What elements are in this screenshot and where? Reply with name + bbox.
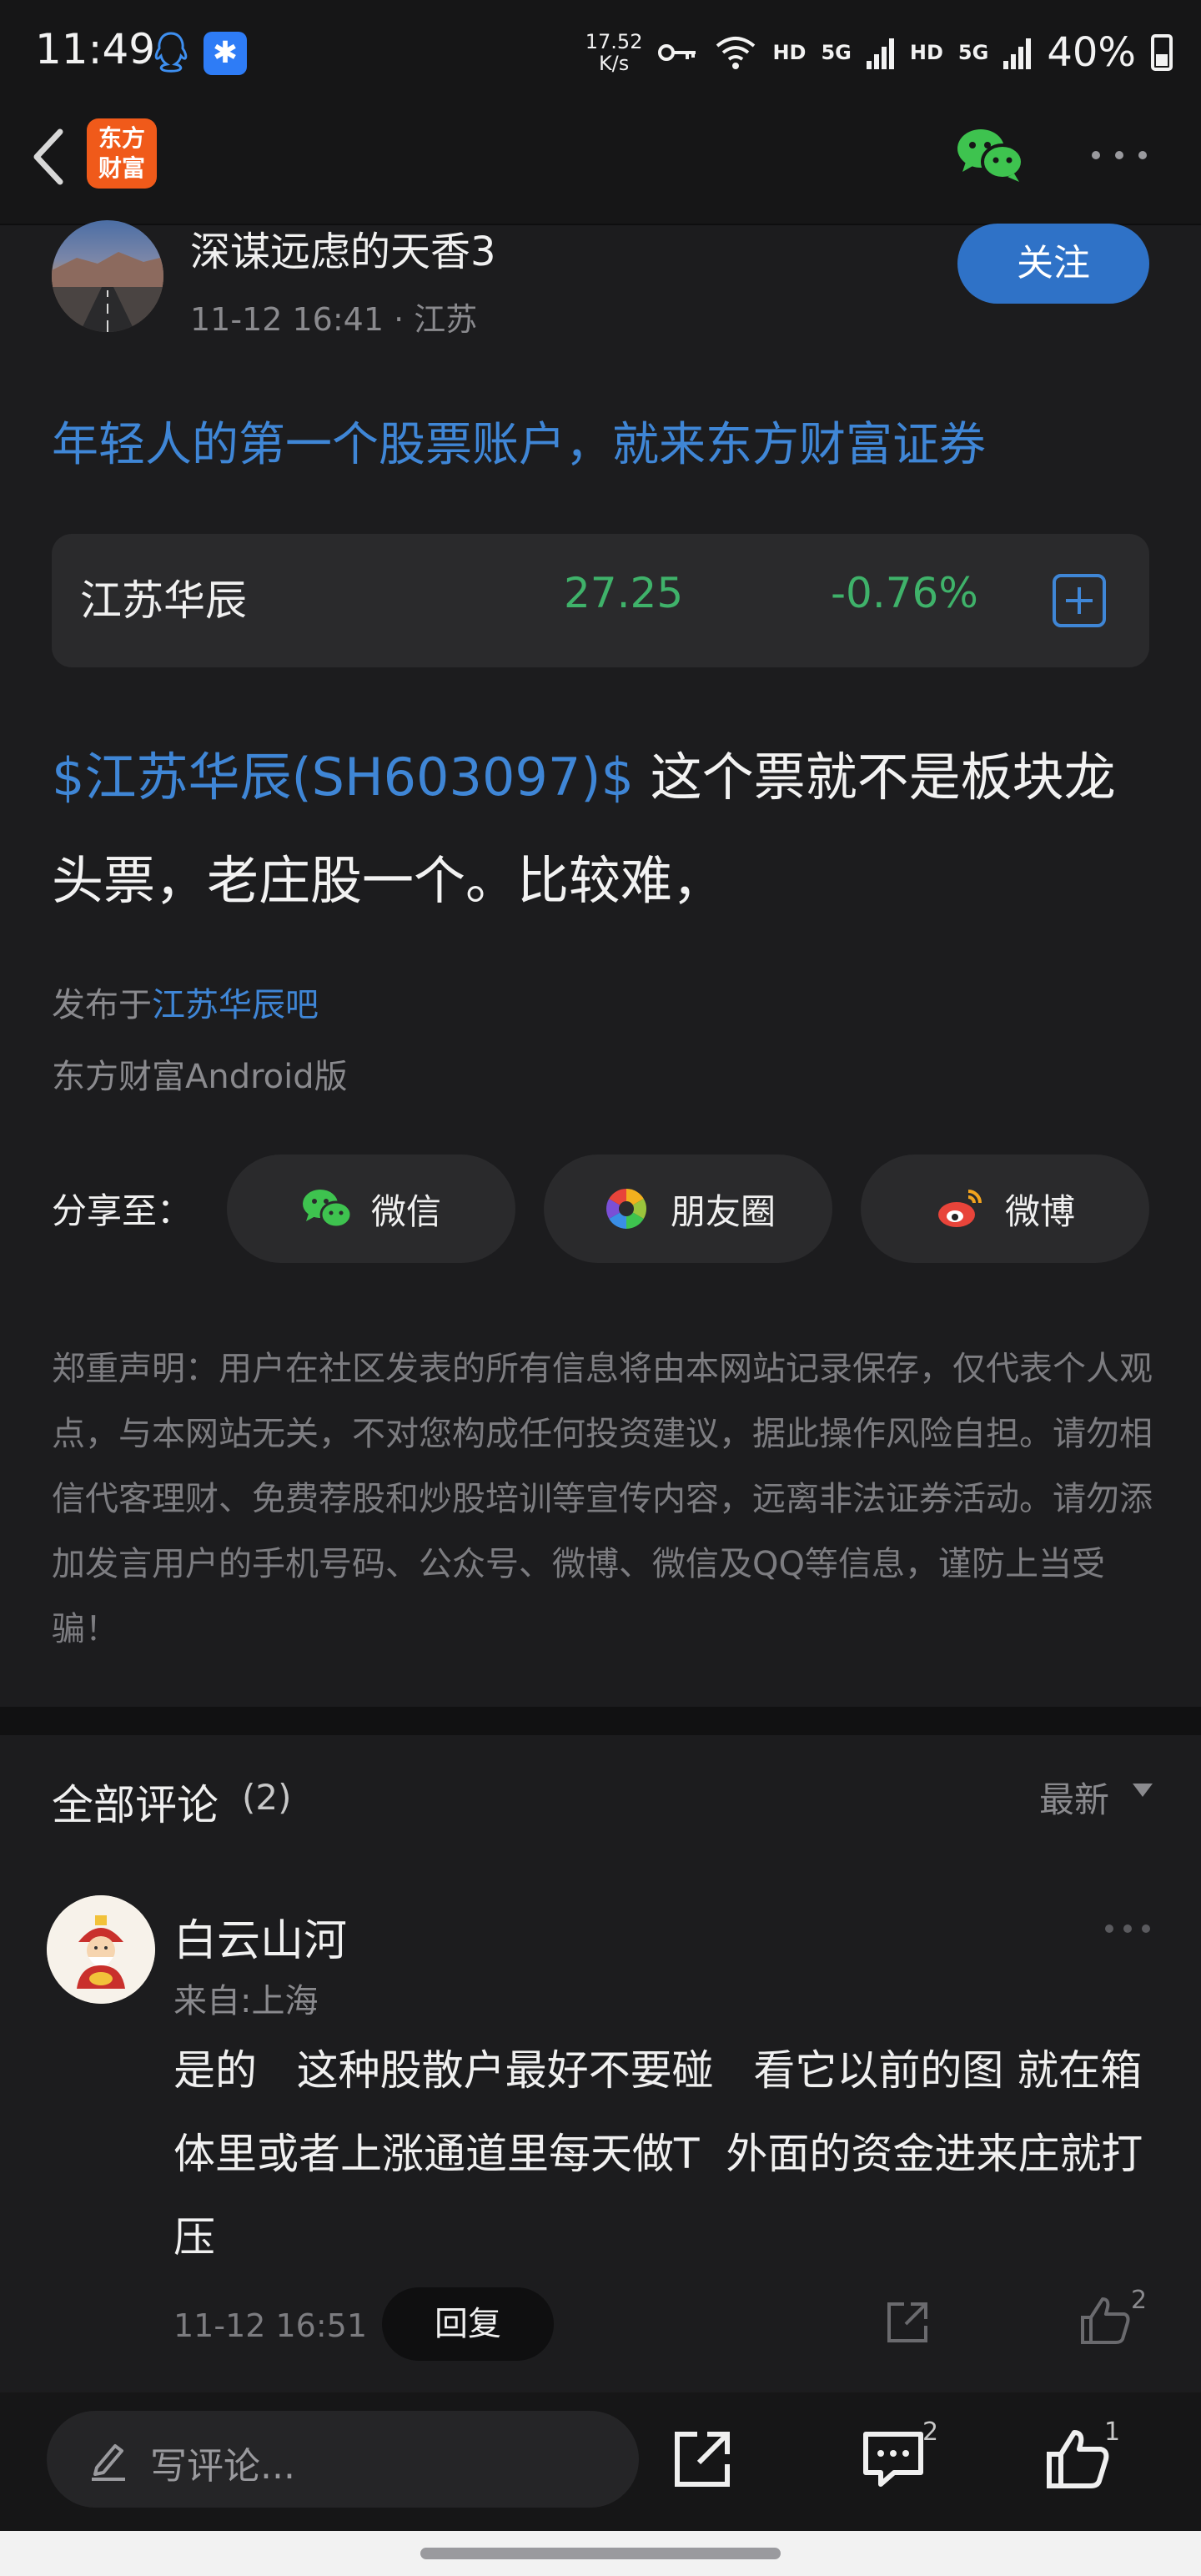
comment-count: 2 <box>922 2418 939 2447</box>
back-arrow-icon[interactable] <box>23 123 73 190</box>
status-time: 11:49 <box>35 25 156 73</box>
comment-time: 11-12 16:51 <box>173 2307 368 2344</box>
author-name[interactable]: 深谋远虑的天香3 <box>190 219 496 277</box>
qq-icon <box>154 32 188 73</box>
status-bar: 11:49 ✱ 17.52 K/s HD 5G HD 5G 40% <box>0 0 1201 108</box>
status-indicators: 17.52 K/s HD 5G HD 5G 40% <box>585 25 1173 80</box>
comment-like-icon[interactable] <box>1079 2296 1131 2346</box>
wechat-share-icon[interactable] <box>956 125 1024 184</box>
signal-icon-2 <box>1003 38 1032 69</box>
gesture-bar <box>0 2531 1201 2576</box>
follow-button[interactable]: 关注 <box>957 224 1149 304</box>
comment-text: 是的 这种股散户最好不要碰 看它以前的图 就在箱体里或者上涨通道里每天做T 外面… <box>173 2046 1143 2262</box>
share-icon[interactable] <box>672 2429 732 2489</box>
hd-label-1: HD <box>772 41 807 64</box>
comments-count: (2) <box>242 1777 292 1818</box>
stock-quote-card[interactable]: 江苏华辰 27.25 -0.76% <box>52 534 1149 667</box>
ad-banner-text[interactable]: 年轻人的第一个股票账户，就来东方财富证券 <box>52 407 986 475</box>
commenter-name[interactable]: 白云山河 <box>173 1905 347 1968</box>
stock-name: 江苏华辰 <box>80 576 247 625</box>
add-to-watchlist-icon[interactable] <box>1053 574 1106 627</box>
comment-placeholder: 写评论... <box>150 2445 295 2488</box>
share-moments-label: 朋友圈 <box>670 1190 776 1232</box>
logo-text-1: 东方 <box>98 124 145 152</box>
sort-dropdown[interactable]: 最新 <box>1039 1772 1109 1823</box>
like-icon[interactable] <box>1046 2428 1109 2489</box>
post-time: 11-12 16:41 <box>190 301 384 338</box>
more-options-icon[interactable] <box>1089 147 1149 164</box>
pencil-icon <box>92 2444 125 2481</box>
signal-icon-1 <box>866 38 894 69</box>
key-icon <box>658 44 696 61</box>
comment-more-icon[interactable] <box>1103 1922 1153 1935</box>
stock-price: 27.25 <box>564 569 684 617</box>
share-wechat-label: 微信 <box>370 1190 441 1232</box>
reply-button[interactable]: 回复 <box>382 2287 554 2361</box>
stock-tag-link[interactable]: $江苏华辰(SH603097)$ <box>52 747 634 808</box>
post-content: $江苏华辰(SH603097)$ 这个票就不是板块龙头票，老庄股一个。比较难， <box>52 726 1161 933</box>
network-speed-unit: K/s <box>598 52 630 75</box>
published-prefix: 发布于 <box>52 986 152 1024</box>
logo-text-2: 财富 <box>98 154 145 182</box>
eastmoney-logo[interactable]: 东方 财富 <box>87 118 157 189</box>
sort-caret-icon[interactable] <box>1133 1784 1153 1797</box>
network-speed: 17.52 K/s <box>585 31 643 74</box>
published-in: 发布于江苏华辰吧 <box>52 978 319 1026</box>
disclaimer-text: 郑重声明：用户在社区发表的所有信息将由本网站记录保存，仅代表个人观点，与本网站无… <box>52 1350 1153 1648</box>
road-landscape-image <box>52 252 163 332</box>
moments-icon <box>606 1189 646 1229</box>
weibo-icon <box>937 1190 982 1227</box>
comment-icon[interactable] <box>861 2429 926 2489</box>
top-nav-bar: 东方 财富 <box>0 108 1201 225</box>
hd-label-2: HD <box>909 41 943 64</box>
commenter-location: 来自:上海 <box>173 1982 319 2020</box>
stock-bar-link[interactable]: 江苏华辰吧 <box>152 986 319 1024</box>
home-indicator[interactable] <box>420 2548 781 2559</box>
post-meta: 11-12 16:41 · 江苏 <box>190 294 477 340</box>
author-avatar[interactable] <box>52 220 163 332</box>
battery-icon <box>1151 34 1173 71</box>
battery-percent: 40% <box>1047 29 1136 76</box>
share-label: 分享至： <box>52 1190 193 1231</box>
share-moments-button[interactable]: 朋友圈 <box>544 1155 832 1263</box>
app-notification-icon: ✱ <box>204 32 247 75</box>
bottom-action-bar: 写评论... 2 1 <box>0 2392 1201 2531</box>
client-source: 东方财富Android版 <box>52 1058 348 1096</box>
network-type-1: 5G <box>821 41 852 64</box>
god-of-wealth-avatar-image <box>47 1895 155 2004</box>
share-weibo-button[interactable]: 微博 <box>861 1155 1149 1263</box>
wifi-icon <box>716 37 756 69</box>
post-location: · 江苏 <box>394 301 478 338</box>
network-type-2: 5G <box>957 41 989 64</box>
comment-like-count: 2 <box>1131 2286 1148 2315</box>
share-weibo-label: 微博 <box>1004 1190 1075 1232</box>
comment-input[interactable]: 写评论... <box>47 2411 639 2508</box>
like-count: 1 <box>1104 2418 1121 2447</box>
commenter-avatar[interactable] <box>47 1895 155 2004</box>
network-speed-value: 17.52 <box>585 30 643 53</box>
comment-share-icon[interactable] <box>884 2299 931 2346</box>
comments-title: 全部评论 <box>52 1781 219 1829</box>
wechat-icon <box>302 1190 353 1229</box>
share-wechat-button[interactable]: 微信 <box>227 1155 515 1263</box>
stock-change: -0.76% <box>831 569 978 617</box>
section-divider <box>0 1707 1201 1735</box>
